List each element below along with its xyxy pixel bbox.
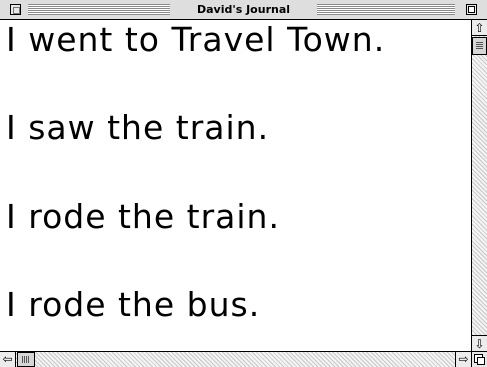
journal-line-3: I rode the train.	[6, 197, 280, 236]
vertical-scroll-track[interactable]	[472, 36, 487, 335]
title-bar[interactable]: David's Journal	[0, 0, 487, 20]
scroll-up-arrow-icon[interactable]: ⇧	[472, 20, 487, 36]
vertical-scroll-thumb[interactable]	[472, 37, 487, 55]
scroll-left-arrow-icon[interactable]: ⇦	[0, 352, 16, 367]
scroll-down-arrow-icon[interactable]: ⇩	[472, 335, 487, 351]
horizontal-scroll-track[interactable]	[16, 352, 455, 367]
journal-line-1: I went to Travel Town.	[6, 20, 386, 59]
horizontal-scrollbar[interactable]: ⇦ ⇨	[0, 351, 471, 367]
journal-window: David's Journal I went to Travel Town. I…	[0, 0, 487, 367]
journal-line-4: I rode the bus.	[6, 285, 261, 324]
vertical-scrollbar[interactable]: ⇧ ⇩	[471, 20, 487, 351]
title-bar-stripes-right	[317, 4, 455, 15]
title-bar-stripes-left	[28, 4, 170, 15]
scroll-right-arrow-icon[interactable]: ⇨	[455, 352, 471, 367]
horizontal-scroll-thumb[interactable]	[17, 352, 35, 367]
close-box-icon[interactable]	[10, 4, 21, 15]
journal-line-2: I saw the train.	[6, 108, 270, 147]
window-title: David's Journal	[170, 1, 317, 18]
grow-box-icon[interactable]	[471, 351, 487, 367]
journal-text-area[interactable]: I went to Travel Town. I saw the train. …	[0, 20, 471, 351]
zoom-box-icon[interactable]	[466, 4, 477, 15]
